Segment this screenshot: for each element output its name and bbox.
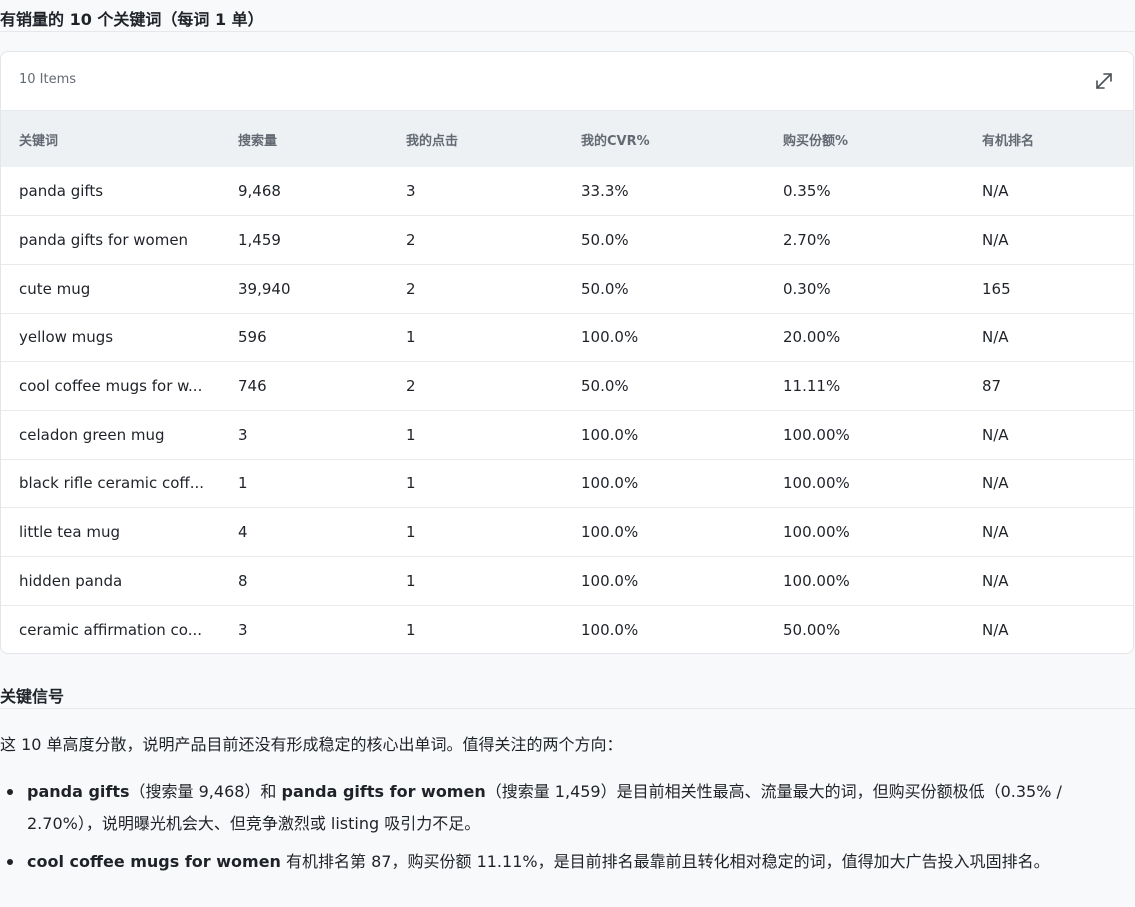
cell-purchase-share: 0.35% bbox=[783, 182, 831, 201]
cell-my-cvr: 100.0% bbox=[563, 312, 765, 362]
section-title-key-signals: 关键信号 bbox=[0, 687, 65, 706]
section-title-keywords: 有销量的 10 个关键词（每词 1 单） bbox=[0, 10, 264, 29]
cell-my-cvr: 100.0% bbox=[563, 409, 765, 460]
keyword-table: 关键词 搜索量 我的点击 我的CVR% 购买份额% 有机排名 panda gif… bbox=[1, 111, 1133, 653]
cell-my-clicks: 2 bbox=[388, 361, 563, 411]
cell-organic-rank: N/A bbox=[964, 604, 1133, 653]
bullet-text: （搜索量 9,468）和 bbox=[129, 782, 282, 801]
table-row: yellow mugs 596 1 100.0% 20.00% N/A bbox=[1, 312, 1133, 362]
list-item: panda gifts（搜索量 9,468）和 panda gifts for … bbox=[0, 776, 1135, 840]
table-row: hidden panda 8 1 100.0% 100.00% N/A bbox=[1, 556, 1133, 606]
table-row: celadon green mug 3 1 100.0% 100.00% N/A bbox=[1, 409, 1133, 460]
table-row: ceramic affirmation co... 3 1 100.0% 50.… bbox=[1, 604, 1133, 653]
cell-keyword: celadon green mug bbox=[1, 409, 220, 460]
cell-purchase-share: 2.70% bbox=[765, 215, 964, 265]
divider bbox=[0, 31, 1135, 32]
divider bbox=[0, 708, 1135, 709]
cell-purchase-share: 100.00% bbox=[765, 409, 964, 460]
column-header-search-volume[interactable]: 搜索量 bbox=[220, 111, 388, 167]
column-header-organic-rank[interactable]: 有机排名 bbox=[964, 111, 1133, 167]
column-header-my-clicks[interactable]: 我的点击 bbox=[388, 111, 563, 167]
cell-my-cvr: 100.0% bbox=[563, 556, 765, 606]
cell-my-cvr: 50.0% bbox=[563, 263, 765, 314]
cell-keyword: ceramic affirmation co... bbox=[1, 604, 220, 653]
cell-my-clicks: 1 bbox=[388, 507, 563, 557]
keyword-emphasis: cool coffee mugs for women bbox=[27, 852, 281, 871]
cell-keyword: panda gifts for women bbox=[1, 215, 220, 265]
cell-search-volume: 1,459 bbox=[220, 215, 388, 265]
cell-organic-rank: N/A bbox=[982, 182, 1009, 201]
table-card-header: 10 Items bbox=[1, 52, 1133, 111]
cell-keyword: yellow mugs bbox=[1, 312, 220, 362]
signal-list: panda gifts（搜索量 9,468）和 panda gifts for … bbox=[0, 776, 1135, 884]
cell-my-clicks: 3 bbox=[406, 182, 416, 201]
cell-organic-rank: 87 bbox=[964, 361, 1133, 411]
table-row: black rifle ceramic coff... 1 1 100.0% 1… bbox=[1, 458, 1133, 508]
cell-search-volume: 9,468 bbox=[238, 182, 281, 201]
cell-purchase-share: 20.00% bbox=[765, 312, 964, 362]
cell-my-cvr: 50.0% bbox=[563, 361, 765, 411]
cell-search-volume: 39,940 bbox=[220, 263, 388, 314]
cell-keyword: little tea mug bbox=[1, 507, 220, 557]
cell-search-volume: 596 bbox=[220, 312, 388, 362]
cell-keyword: cool coffee mugs for w... bbox=[1, 361, 220, 411]
cell-keyword: cute mug bbox=[1, 263, 220, 314]
table-row: cute mug 39,940 2 50.0% 0.30% 165 bbox=[1, 263, 1133, 314]
cell-search-volume: 3 bbox=[220, 604, 388, 653]
summary-paragraph: 这 10 单高度分散，说明产品目前还没有形成稳定的核心出单词。值得关注的两个方向… bbox=[0, 735, 623, 754]
cell-organic-rank: N/A bbox=[964, 215, 1133, 265]
keyword-table-card: 10 Items 关键词 搜索量 我的点击 我的CVR% 购买份额% 有机排名 … bbox=[0, 51, 1134, 654]
cell-my-cvr: 50.0% bbox=[563, 215, 765, 265]
cell-my-clicks: 1 bbox=[388, 409, 563, 460]
bullet-text: 有机排名第 87，购买份额 11.11%，是目前排名最靠前且转化相对稳定的词，值… bbox=[280, 852, 1050, 871]
cell-organic-rank: N/A bbox=[964, 507, 1133, 557]
cell-purchase-share: 100.00% bbox=[765, 556, 964, 606]
cell-organic-rank: N/A bbox=[964, 312, 1133, 362]
table-row: little tea mug 4 1 100.0% 100.00% N/A bbox=[1, 507, 1133, 557]
cell-purchase-share: 50.00% bbox=[765, 604, 964, 653]
cell-my-clicks: 2 bbox=[388, 263, 563, 314]
cell-search-volume: 8 bbox=[220, 556, 388, 606]
expand-icon[interactable] bbox=[1093, 70, 1115, 92]
cell-my-clicks: 1 bbox=[388, 556, 563, 606]
table-row: panda gifts for women 1,459 2 50.0% 2.70… bbox=[1, 215, 1133, 265]
table-header-row: 关键词 搜索量 我的点击 我的CVR% 购买份额% 有机排名 bbox=[1, 111, 1133, 167]
cell-search-volume: 3 bbox=[220, 409, 388, 460]
cell-search-volume: 4 bbox=[220, 507, 388, 557]
cell-organic-rank: N/A bbox=[964, 409, 1133, 460]
cell-my-clicks: 2 bbox=[388, 215, 563, 265]
cell-my-clicks: 1 bbox=[388, 604, 563, 653]
column-header-keyword[interactable]: 关键词 bbox=[1, 111, 220, 167]
cell-search-volume: 746 bbox=[220, 361, 388, 411]
keyword-emphasis: panda gifts for women bbox=[281, 782, 486, 801]
cell-organic-rank: 165 bbox=[964, 263, 1133, 314]
cell-purchase-share: 100.00% bbox=[765, 507, 964, 557]
cell-keyword: black rifle ceramic coff... bbox=[1, 458, 220, 508]
cell-my-cvr: 100.0% bbox=[563, 458, 765, 508]
cell-purchase-share: 11.11% bbox=[765, 361, 964, 411]
cell-keyword: hidden panda bbox=[1, 556, 220, 606]
items-count: 10 Items bbox=[19, 72, 77, 87]
cell-search-volume: 1 bbox=[220, 458, 388, 508]
column-header-purchase-share[interactable]: 购买份额% bbox=[765, 111, 964, 167]
keyword-emphasis: panda gifts bbox=[27, 782, 130, 801]
cell-my-clicks: 1 bbox=[388, 458, 563, 508]
cell-organic-rank: N/A bbox=[964, 458, 1133, 508]
list-item: cool coffee mugs for women 有机排名第 87，购买份额… bbox=[0, 846, 1135, 878]
cell-my-clicks: 1 bbox=[388, 312, 563, 362]
cell-purchase-share: 100.00% bbox=[765, 458, 964, 508]
cell-keyword: panda gifts bbox=[19, 182, 104, 201]
cell-organic-rank: N/A bbox=[964, 556, 1133, 606]
cell-my-cvr: 100.0% bbox=[563, 604, 765, 653]
cell-purchase-share: 0.30% bbox=[765, 263, 964, 314]
table-row: panda gifts 9,468 3 33.3% 0.35% N/A bbox=[1, 167, 1133, 216]
column-header-my-cvr[interactable]: 我的CVR% bbox=[563, 111, 765, 167]
table-row: cool coffee mugs for w... 746 2 50.0% 11… bbox=[1, 361, 1133, 411]
cell-my-cvr: 33.3% bbox=[581, 182, 629, 201]
cell-my-cvr: 100.0% bbox=[563, 507, 765, 557]
